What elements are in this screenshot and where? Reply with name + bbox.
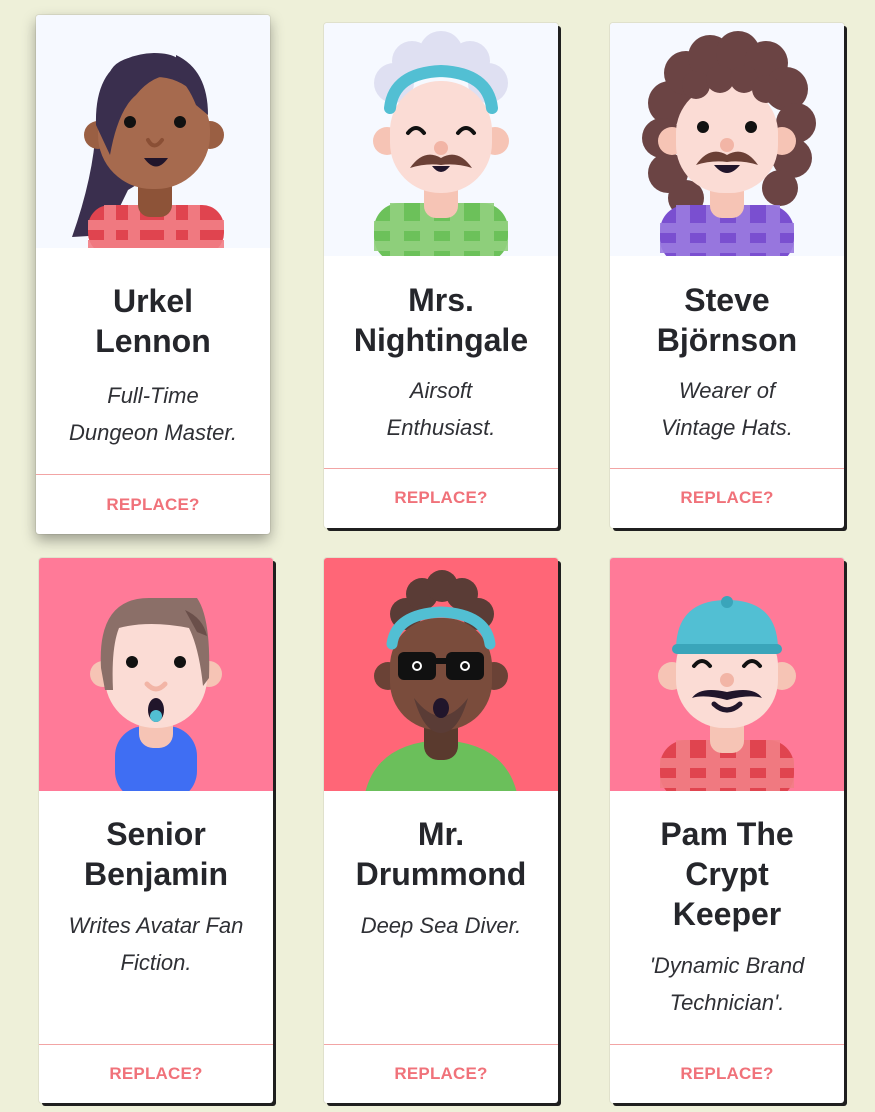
person-name: Urkel Lennon — [95, 283, 211, 359]
replace-button[interactable]: REPLACE? — [610, 1046, 844, 1102]
person-tagline: 'Dynamic Brand Technician'. — [649, 953, 805, 1015]
person-tagline: Writes Avatar Fan Fiction. — [68, 913, 244, 975]
person-name: Mr. Drummond — [355, 816, 527, 892]
divider — [36, 474, 270, 475]
replace-button[interactable]: REPLACE? — [324, 470, 558, 526]
profile-card: Urkel Lennon Full-Time Dungeon Master. REP… — [36, 15, 270, 534]
person-tagline: Wearer of Vintage Hats. — [661, 378, 793, 440]
avatar — [324, 558, 558, 791]
profile-card: Steve Björnson Wearer of Vintage Hats. REP… — [610, 23, 844, 528]
replace-button[interactable]: REPLACE? — [610, 470, 844, 526]
replace-button[interactable]: REPLACE? — [36, 477, 270, 533]
profile-card: Pam The Crypt Keeper 'Dynamic Brand Technic… — [610, 558, 844, 1103]
avatar — [36, 15, 270, 248]
person-name: Mrs. Nightingale — [353, 282, 529, 358]
profile-card: Mr. Drummond Deep Sea Diver. REPLACE? — [324, 558, 558, 1103]
person-tagline: Full-Time Dungeon Master. — [69, 383, 237, 445]
avatar — [39, 558, 273, 791]
person-tagline: Airsoft Enthusiast. — [386, 378, 496, 440]
person-name: Steve Björnson — [656, 282, 798, 358]
divider — [39, 1044, 273, 1045]
divider — [324, 1044, 558, 1045]
person-name: Pam The Crypt Keeper — [660, 816, 794, 932]
profile-card: Mrs. Nightingale Airsoft Enthusiast. REPLA… — [324, 23, 558, 528]
divider — [610, 1044, 844, 1045]
replace-button[interactable]: REPLACE? — [324, 1046, 558, 1102]
avatar — [610, 23, 844, 256]
divider — [324, 468, 558, 469]
person-tagline: Deep Sea Diver. — [360, 913, 522, 938]
avatar — [610, 558, 844, 791]
divider — [610, 468, 844, 469]
replace-button[interactable]: REPLACE? — [39, 1046, 273, 1102]
profile-card: Senior Benjamin Writes Avatar Fan Fiction.… — [39, 558, 273, 1103]
avatar — [324, 23, 558, 256]
person-name: Senior Benjamin — [83, 816, 229, 892]
